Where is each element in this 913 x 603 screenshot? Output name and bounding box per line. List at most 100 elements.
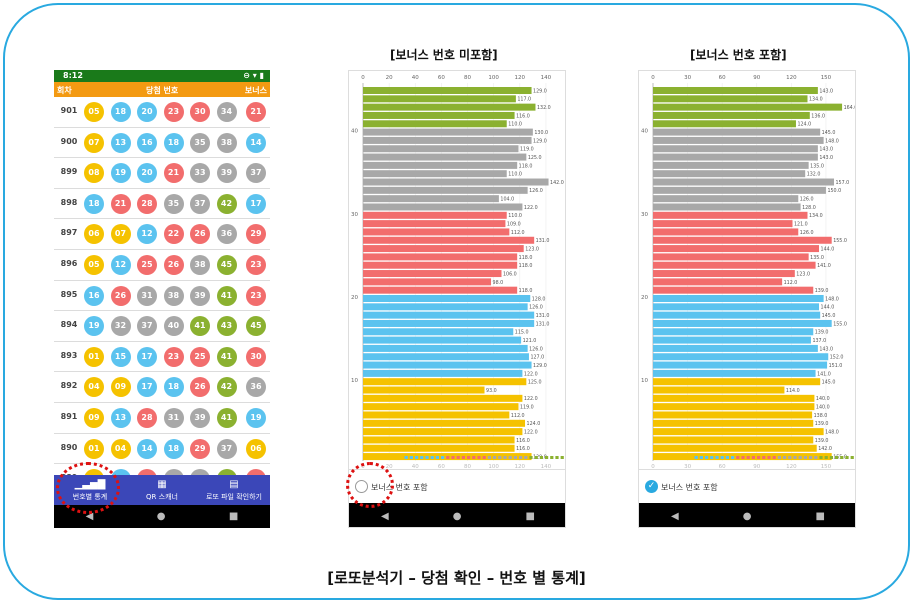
number-ball: 18: [163, 377, 184, 398]
draw-row[interactable]: 899081920213339+37: [54, 158, 270, 189]
draw-row[interactable]: 894193237404143+45: [54, 311, 270, 342]
bar-5: [363, 419, 526, 427]
number-ball: 37: [190, 193, 210, 214]
bar-value-label: 141.0: [817, 263, 831, 269]
legend-strip-dash: [746, 456, 750, 459]
bar-20: [363, 295, 531, 302]
bar-value-label: 139.0: [815, 421, 829, 427]
recents-icon[interactable]: ■: [816, 511, 825, 522]
legend-strip-dash: [673, 456, 677, 459]
bar-15: [653, 336, 811, 344]
bar-value-label: 110.0: [508, 122, 522, 128]
bar-value-label: 109.0: [507, 222, 521, 228]
draw-row[interactable]: 897060712222636+29: [54, 219, 270, 250]
bar-36: [653, 161, 809, 169]
legend-strip-dash: [404, 456, 408, 459]
bar-value-label: 124.0: [797, 122, 811, 128]
legend-strip-dash: [373, 456, 377, 459]
bonus-include-checkbox[interactable]: ✓: [645, 480, 658, 493]
home-icon[interactable]: ●: [453, 511, 462, 522]
bonus-ball: 30: [246, 346, 266, 367]
draw-row[interactable]: 900071316183538+14: [54, 128, 270, 159]
legend-strip-dash: [809, 456, 813, 459]
number-ball: 39: [216, 163, 237, 184]
back-icon[interactable]: ◀: [671, 511, 679, 522]
bonus-ball: 23: [246, 254, 266, 275]
bonus-ball: 29: [246, 224, 266, 245]
home-icon[interactable]: ●: [157, 511, 166, 522]
bar-39: [363, 136, 532, 144]
bar-19: [363, 303, 528, 311]
recents-icon[interactable]: ■: [526, 511, 535, 522]
legend-strip-dash: [477, 456, 481, 459]
bar-value-label: 104.0: [500, 197, 514, 203]
x-tick-label: 100: [488, 75, 499, 81]
bar-2: [363, 444, 515, 452]
recents-icon[interactable]: ■: [229, 511, 238, 522]
tab-lotto-file[interactable]: ▤ 로또 파일 확인하기: [198, 475, 270, 505]
phone-chart-excl-bonus: 0 0 20 20 40 40 60 60 80 80 100 100 120 120 140 140 129.…: [348, 70, 566, 528]
bar-9: [653, 386, 785, 394]
bar-value-label: 125.0: [528, 380, 542, 386]
bar-42: [653, 111, 810, 119]
number-ball: 21: [163, 163, 184, 184]
draw-row[interactable]: 895162631383941+23: [54, 281, 270, 312]
number-ball: 26: [190, 377, 210, 398]
bonus-option-row[interactable]: ✓ 보너스 번호 포함: [639, 469, 855, 502]
bar-26: [653, 245, 820, 253]
number-ball: 45: [216, 254, 237, 275]
bar-24: [363, 261, 518, 269]
bar-value-label: 140.0: [816, 405, 830, 411]
bar-43: [653, 103, 843, 111]
round-number: 897: [60, 228, 78, 238]
draw-row[interactable]: 893011517232541+30: [54, 342, 270, 373]
legend-strip-dash: [710, 456, 714, 459]
legend-strip-dash: [850, 456, 854, 459]
bonus-ball: 36: [246, 377, 266, 398]
number-ball: 01: [84, 438, 104, 459]
bar-44: [653, 95, 808, 103]
tab-qr-scanner[interactable]: ▦ QR 스캐너: [126, 475, 198, 505]
bar-value-label: 124.0: [527, 421, 541, 427]
legend-strip-dash: [456, 456, 460, 459]
bar-35: [653, 170, 806, 178]
legend-strip-dash: [736, 456, 740, 459]
bar-31: [653, 203, 801, 211]
back-icon[interactable]: ◀: [381, 511, 389, 522]
draw-row[interactable]: 896051225263845+23: [54, 250, 270, 281]
bar-33: [653, 186, 826, 194]
draw-row[interactable]: 901051820233034+21: [54, 97, 270, 128]
bar-23: [653, 270, 795, 278]
legend-strip-dash: [446, 456, 450, 459]
bar-34: [363, 178, 549, 186]
bar-value-label: 143.0: [819, 346, 833, 352]
number-ball: 32: [110, 316, 131, 337]
number-ball: 04: [84, 377, 104, 398]
legend-strip-dash: [482, 456, 486, 459]
legend-strip-dash: [803, 456, 807, 459]
legend-strip-dash: [409, 456, 413, 459]
bar-22: [653, 278, 783, 286]
bar-value-label: 138.0: [814, 413, 828, 419]
status-bar: 8:12 ⊖ ▾ ▮: [54, 70, 270, 82]
bar-16: [363, 328, 514, 336]
bar-38: [653, 145, 818, 153]
bar-25: [653, 253, 809, 261]
draw-row[interactable]: 892040917182642+36: [54, 372, 270, 403]
bar-8: [653, 394, 815, 402]
number-ball: 35: [163, 193, 184, 214]
bar-value-label: 140.0: [816, 396, 830, 402]
home-icon[interactable]: ●: [743, 511, 752, 522]
legend-strip-dash: [513, 456, 517, 459]
draw-row[interactable]: 898182128353742+17: [54, 189, 270, 220]
draw-row[interactable]: 891091328313941+19: [54, 403, 270, 434]
legend-strip-dash: [534, 456, 538, 459]
number-ball: 01: [84, 346, 104, 367]
bar-value-label: 152.0: [830, 355, 844, 361]
bar-value-label: 143.0: [819, 88, 833, 94]
draw-row[interactable]: 890010414182937+06: [54, 434, 270, 465]
bar-value-label: 155.0: [833, 321, 847, 327]
round-number: 900: [60, 136, 78, 146]
bar-value-label: 144.0: [821, 246, 835, 252]
bar-28: [653, 228, 799, 236]
